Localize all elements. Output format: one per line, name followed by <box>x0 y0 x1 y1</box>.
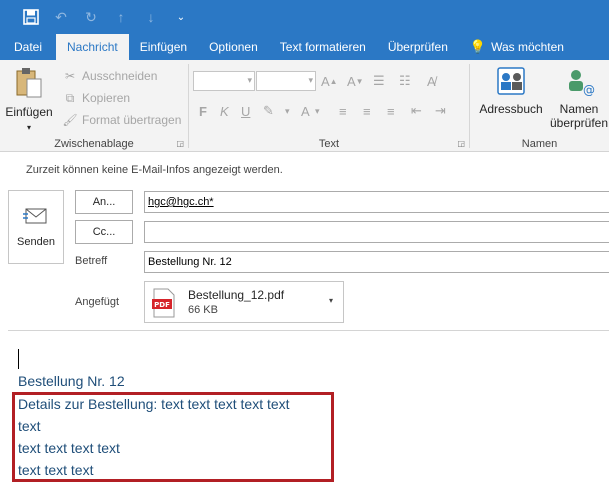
send-label: Senden <box>17 236 55 248</box>
chevron-down-icon[interactable]: ▾ <box>285 101 290 121</box>
attachment-size: 66 KB <box>188 304 218 316</box>
ribbon-tabs: Datei Nachricht Einfügen Optionen Text f… <box>0 34 609 60</box>
body-line: Bestellung Nr. 12 <box>18 373 125 389</box>
format-painter-button[interactable]: 🖌 Format übertragen <box>62 110 181 130</box>
attachment-item[interactable]: PDF Bestellung_12.pdf 66 KB ▾ <box>144 281 344 323</box>
customize-icon[interactable]: ⌄ <box>166 2 196 32</box>
highlight-icon[interactable]: ✎ <box>263 101 274 121</box>
copy-label: Kopieren <box>82 91 131 105</box>
send-button[interactable]: Senden <box>8 190 64 264</box>
clipboard-icon <box>16 68 42 98</box>
chevron-down-icon: ▾ <box>26 123 31 132</box>
arrow-down-icon[interactable]: ↓ <box>136 2 166 32</box>
brush-icon: 🖌 <box>62 113 78 127</box>
align-center-icon[interactable]: ≡ <box>363 101 371 121</box>
cc-button-label: Cc... <box>92 226 116 238</box>
chevron-down-icon: ▾ <box>308 75 313 85</box>
align-left-icon[interactable]: ≡ <box>339 101 347 121</box>
tab-review[interactable]: Überprüfen <box>377 34 459 60</box>
tab-tell-me[interactable]: 💡 Was möchten <box>459 34 575 60</box>
check-names-label-1: Namen <box>559 102 599 116</box>
clipboard-group: Einfügen ▾ ✂ Ausschneiden ⧉ Kopieren 🖌 F… <box>0 60 188 152</box>
underline-icon[interactable]: U <box>241 101 250 121</box>
pdf-file-icon: PDF <box>152 288 175 318</box>
chevron-down-icon[interactable]: ▾ <box>329 296 333 305</box>
undo-icon[interactable]: ↶ <box>46 2 76 32</box>
check-names-button[interactable]: @ Namen überprüfen <box>546 66 609 130</box>
paste-button[interactable]: Einfügen ▾ <box>4 66 54 132</box>
arrow-up-icon[interactable]: ↑ <box>106 2 136 32</box>
quick-access-toolbar: ↶ ↻ ↑ ↓ ⌄ <box>0 0 609 34</box>
redo-icon[interactable]: ↻ <box>76 2 106 32</box>
font-size-combo[interactable]: ▾ <box>256 71 316 91</box>
tab-message[interactable]: Nachricht <box>56 34 129 60</box>
copy-button[interactable]: ⧉ Kopieren <box>62 88 130 108</box>
tab-options[interactable]: Optionen <box>198 34 269 60</box>
align-right-icon[interactable]: ≡ <box>387 101 395 121</box>
tab-format-text[interactable]: Text formatieren <box>269 34 377 60</box>
to-field[interactable]: hgc@hgc.ch* <box>144 191 609 213</box>
to-button-label: An... <box>92 196 116 208</box>
dialog-launcher-icon[interactable]: ◲ <box>176 139 184 148</box>
save-icon[interactable] <box>16 2 46 32</box>
subject-value: Bestellung Nr. 12 <box>148 256 232 268</box>
shrink-font-icon[interactable]: A ▼ <box>347 71 364 91</box>
address-book-icon <box>497 67 525 95</box>
text-group-label: Text <box>318 138 340 150</box>
info-bar: Zurzeit können keine E-Mail-Infos angeze… <box>0 152 609 188</box>
subject-label: Betreff <box>75 255 108 267</box>
font-name-combo[interactable]: ▾ <box>193 71 255 91</box>
address-book-label: Adressbuch <box>479 102 543 116</box>
send-icon <box>23 208 47 224</box>
paste-label: Einfügen <box>5 105 53 119</box>
info-bar-text: Zurzeit können keine E-Mail-Infos angeze… <box>26 164 283 176</box>
to-button[interactable]: An... <box>75 190 133 214</box>
attachment-name: Bestellung_12.pdf <box>188 288 285 302</box>
tab-insert[interactable]: Einfügen <box>129 34 198 60</box>
font-color-icon[interactable]: A <box>301 101 310 121</box>
to-recipient: hgc@hgc.ch* <box>148 196 214 208</box>
pdf-type-label: PDF <box>154 301 170 309</box>
lightbulb-icon: 💡 <box>469 39 487 54</box>
clipboard-group-label: Zwischenablage <box>54 138 134 150</box>
check-names-icon: @ <box>569 70 595 97</box>
bold-icon[interactable]: F <box>199 101 207 121</box>
cc-field[interactable] <box>144 221 609 243</box>
cc-button[interactable]: Cc... <box>75 220 133 244</box>
tab-file[interactable]: Datei <box>0 34 56 60</box>
text-group: ▾ ▾ A ▲ A ▼ ☰ ☷ A̸ F K U ✎ ▾ A ▾ ≡ ≡ ≡ ⇤ ⇥… <box>189 60 469 152</box>
ribbon: Einfügen ▾ ✂ Ausschneiden ⧉ Kopieren 🖌 F… <box>0 60 609 152</box>
italic-icon[interactable]: K <box>220 101 229 121</box>
dialog-launcher-icon[interactable]: ◲ <box>457 139 465 148</box>
attached-label: Angefügt <box>75 296 120 308</box>
format-painter-label: Format übertragen <box>82 113 182 127</box>
highlight-box <box>12 392 334 482</box>
scissors-icon: ✂ <box>64 69 76 83</box>
grow-font-icon[interactable]: A ▲ <box>321 71 338 91</box>
tell-me-label: Was möchten <box>491 40 564 54</box>
copy-icon: ⧉ <box>65 90 75 105</box>
increase-indent-icon[interactable]: ⇥ <box>435 101 446 121</box>
numbering-icon[interactable]: ☷ <box>399 71 411 91</box>
cut-button[interactable]: ✂ Ausschneiden <box>62 66 157 86</box>
bullets-icon[interactable]: ☰ <box>373 71 385 91</box>
names-group-label: Namen <box>521 138 558 150</box>
decrease-indent-icon[interactable]: ⇤ <box>411 101 422 121</box>
address-book-button[interactable]: Adressbuch <box>476 66 546 116</box>
check-names-label-2: überprüfen <box>549 116 609 130</box>
text-cursor <box>18 349 19 369</box>
chevron-down-icon: ▾ <box>247 75 252 85</box>
svg-text:@: @ <box>583 83 595 96</box>
clear-format-icon[interactable]: A̸ <box>427 71 436 91</box>
names-group: Adressbuch @ Namen überprüfen Namen <box>470 60 609 152</box>
chevron-down-icon[interactable]: ▾ <box>315 101 320 121</box>
subject-field[interactable]: Bestellung Nr. 12 <box>144 251 609 273</box>
cut-label: Ausschneiden <box>82 69 158 83</box>
